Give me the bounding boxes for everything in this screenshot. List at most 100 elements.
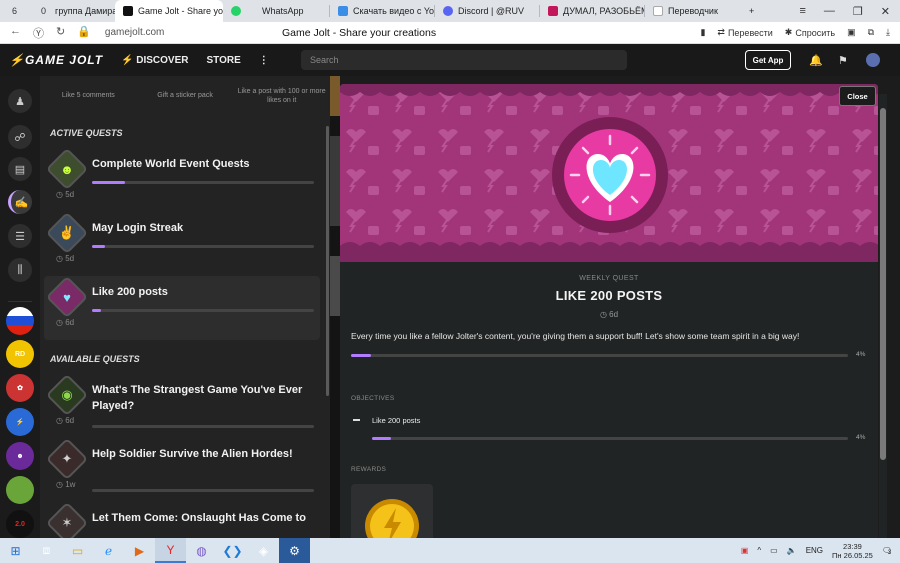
objective-progress-bar	[372, 437, 848, 440]
quests-panel-scrollbar[interactable]	[326, 126, 329, 396]
background-image	[330, 76, 340, 116]
file-explorer-icon[interactable]: ▭	[62, 538, 93, 563]
close-window-icon[interactable]: ✕	[881, 5, 890, 18]
url-field[interactable]: gamejolt.com	[105, 27, 164, 38]
tab-translator[interactable]: Переводчик	[645, 0, 741, 22]
quest-item[interactable]: ✦ ◷ 1w Help Soldier Survive the Alien Hord…	[40, 437, 330, 502]
tab-youtube-download[interactable]: Скачать видео с YouTu	[330, 0, 434, 22]
community-avatar-fnaf2[interactable]: 2.0	[6, 510, 34, 538]
previous-task: Gift a sticker pack	[157, 92, 213, 100]
get-app-button[interactable]: Get App	[745, 50, 791, 70]
gamejolt-favicon-icon	[123, 6, 134, 16]
library-icon[interactable]: ⫼	[8, 258, 32, 282]
quests-nav-icon[interactable]: ✍	[8, 190, 32, 214]
new-tab-button[interactable]: +	[741, 0, 762, 22]
media-player-icon[interactable]: ▶	[124, 538, 155, 563]
quest-item[interactable]: ☻ ◷ 5d Complete World Event Quests	[40, 147, 330, 212]
modal-scrollbar[interactable]	[879, 94, 887, 538]
realms-icon[interactable]: ☍	[8, 125, 32, 149]
quests-icon[interactable]: ⚑	[838, 54, 848, 67]
language-indicator[interactable]: ENG	[806, 546, 823, 555]
extensions-icon[interactable]: ⧉	[868, 27, 874, 38]
quest-item[interactable]: ✶ Let Them Come: Onslaught Has Come to	[40, 501, 330, 538]
nav-discover[interactable]: ⚡ DISCOVER	[112, 55, 197, 66]
download-icon[interactable]: ⤓	[886, 27, 890, 38]
clock[interactable]: 23:39 Пн 26.05.25	[832, 542, 873, 560]
clock-icon: ◷	[599, 310, 607, 319]
shop-bag-icon[interactable]: ▤	[8, 157, 32, 181]
reward-coin-card[interactable]	[351, 484, 433, 538]
quest-title: Like 200 posts	[92, 286, 168, 298]
gamejolt-app-icon[interactable]: ◈	[248, 538, 279, 563]
restore-icon[interactable]: ❐	[853, 5, 863, 18]
community-avatar-fnaf[interactable]: ☻	[6, 442, 34, 470]
tab-counter[interactable]: 6	[0, 0, 29, 22]
community-avatar-bear[interactable]: ✿	[6, 374, 34, 402]
start-button[interactable]: ⊞	[0, 538, 31, 563]
user-icon[interactable]: ♟	[8, 89, 32, 113]
community-avatar-russia[interactable]	[6, 307, 34, 335]
ask-button[interactable]: ✱ Спросить	[785, 27, 835, 38]
community-avatar-rd[interactable]: RD	[6, 340, 34, 368]
community-avatar-minecraft[interactable]	[6, 476, 34, 504]
tab-discord[interactable]: Discord | @RUV	[435, 0, 539, 22]
nav-divider	[8, 301, 32, 302]
previous-task: Like 5 comments	[61, 92, 115, 100]
picture-in-picture-icon[interactable]: ▣	[847, 27, 856, 38]
quest-progress-bar	[351, 354, 848, 357]
quest-progress-bar	[92, 181, 314, 184]
quest-glyph-icon: ✦	[61, 451, 73, 466]
show-hidden-icons[interactable]: ^	[757, 546, 761, 555]
menu-icon[interactable]: ≡	[799, 5, 805, 18]
close-button[interactable]: Close	[839, 86, 876, 106]
back-icon[interactable]: ←	[10, 25, 21, 41]
objectives-heading: OBJECTIVES	[351, 395, 395, 402]
discord-favicon-icon	[443, 6, 454, 16]
modal-scrollbar-thumb[interactable]	[880, 108, 886, 460]
objective-dash-icon	[353, 419, 360, 421]
minimize-icon[interactable]: —	[824, 5, 835, 18]
community-avatar-bolt[interactable]: ⚡	[6, 408, 34, 436]
vscode-icon[interactable]: ❮❯	[217, 538, 248, 563]
previous-task: Like a post with 100 or more likes on it	[237, 87, 326, 104]
rewards-heading: REWARDS	[351, 466, 387, 473]
more-menu-icon[interactable]: ⋮	[250, 55, 278, 66]
lock-icon[interactable]: 🔒	[77, 25, 91, 41]
tray-app-icon[interactable]: ▣	[741, 546, 749, 555]
quest-item[interactable]: ✌ ◷ 5d May Login Streak	[40, 211, 330, 276]
nav-store[interactable]: STORE	[197, 55, 249, 66]
tab-group-damir[interactable]: 0 группа Дамира	[29, 0, 115, 22]
tab-label: WhatsApp	[262, 6, 304, 16]
user-avatar[interactable]	[866, 53, 880, 67]
tab-video[interactable]: ДУМАЛ, РАЗОБЬЁМС	[540, 0, 644, 22]
tab-label: Скачать видео с YouTu	[353, 6, 435, 16]
quest-title: Complete World Event Quests	[92, 158, 250, 170]
yandex-browser-icon[interactable]: Y	[155, 538, 186, 563]
refresh-icon[interactable]: ↻	[56, 25, 65, 41]
task-view-icon[interactable]: ⧈	[31, 538, 62, 563]
internet-explorer-icon[interactable]: ℯ	[93, 538, 124, 563]
bell-icon[interactable]: 🔔	[809, 54, 823, 67]
search-input[interactable]: Search	[301, 50, 627, 70]
tab-gamejolt[interactable]: Game Jolt - Share yo ✕	[115, 0, 224, 22]
volume-icon[interactable]: 🔈	[787, 546, 797, 555]
quest-item[interactable]: ♥ ◷ 6d Like 200 posts	[44, 275, 320, 340]
gamejolt-logo[interactable]: ⚡GAME JOLT	[0, 53, 112, 67]
notifications-icon[interactable]: 🗨 3	[882, 546, 892, 556]
clock-icon: ◷	[56, 416, 66, 425]
quest-time: ◷ 5d	[56, 254, 75, 263]
system-tray: ▣ ^ ▭ 🔈 ENG 23:39 Пн 26.05.25 🗨 3	[741, 542, 900, 560]
app-orb-icon[interactable]: ◍	[186, 538, 217, 563]
bookmark-icon[interactable]: ▮	[700, 27, 705, 38]
settings-icon[interactable]: ⚙	[279, 538, 310, 563]
yandex-icon[interactable]: Ⓨ	[33, 25, 44, 41]
bolt-icon: ⚡	[9, 53, 25, 67]
tab-label: Game Jolt - Share yo	[138, 6, 224, 16]
tab-whatsapp[interactable]: WhatsApp	[223, 0, 329, 22]
quest-time: ◷ 6d	[599, 310, 619, 319]
chat-icon[interactable]: ☰	[8, 224, 32, 248]
translate-button[interactable]: ⇄ Перевести	[717, 27, 772, 38]
network-icon[interactable]: ▭	[770, 546, 778, 555]
windows-taskbar: ⊞ ⧈ ▭ ℯ ▶ Y ◍ ❮❯ ◈ ⚙ ▣ ^ ▭ 🔈 ENG 23:39 П…	[0, 538, 900, 563]
quest-item[interactable]: ◉ ◷ 6d What's The Strangest Game You've Ev…	[40, 373, 330, 438]
